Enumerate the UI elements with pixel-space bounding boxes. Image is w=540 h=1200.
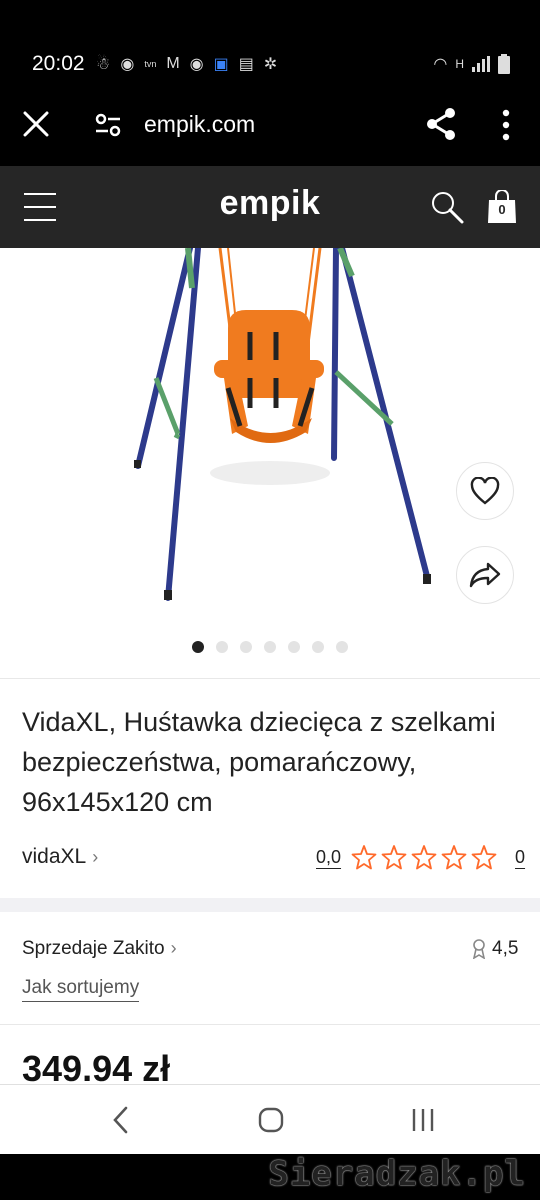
product-price: 349.94 zł bbox=[22, 1048, 171, 1084]
carousel-dot[interactable] bbox=[312, 641, 324, 653]
translate-icon: ▤ bbox=[238, 56, 254, 73]
gmail-icon: M bbox=[166, 55, 180, 72]
recent-apps-icon[interactable] bbox=[410, 1107, 436, 1133]
settings-icon: ✲ bbox=[263, 56, 278, 73]
search-icon[interactable] bbox=[430, 190, 464, 224]
battery-icon bbox=[498, 54, 510, 74]
divider bbox=[0, 1024, 540, 1025]
carousel-dot[interactable] bbox=[336, 641, 348, 653]
chrome-icon: ◉ bbox=[189, 56, 204, 73]
site-header: empik 0 bbox=[0, 166, 540, 248]
seller-link[interactable]: Sprzedaje Zakito › bbox=[22, 938, 177, 960]
heart-icon bbox=[470, 477, 500, 505]
tvn24-icon: tvn bbox=[144, 59, 157, 69]
system-navigation-bar bbox=[0, 1084, 540, 1155]
browser-toolbar: empik.com bbox=[0, 84, 540, 166]
rating-stars bbox=[351, 844, 497, 870]
star-icon bbox=[471, 845, 497, 870]
more-menu-icon[interactable] bbox=[496, 108, 516, 142]
close-icon[interactable] bbox=[22, 110, 50, 138]
rating-count[interactable]: 0 bbox=[515, 847, 525, 868]
carousel-dots bbox=[192, 641, 348, 653]
rating-value[interactable]: 0,0 bbox=[316, 847, 341, 868]
star-icon bbox=[351, 845, 377, 870]
sorting-info-link[interactable]: Jak sortujemy bbox=[22, 977, 140, 1002]
favorite-button[interactable] bbox=[456, 462, 514, 520]
system-icons: ◠ H bbox=[433, 52, 510, 76]
url-text[interactable]: empik.com bbox=[144, 111, 255, 138]
app-icon: ▣ bbox=[213, 56, 229, 73]
forward-arrow-icon bbox=[469, 562, 501, 588]
product-title: VidaXL, Huśtawka dziecięca z szelkami be… bbox=[22, 707, 496, 817]
brand-name: vidaXL bbox=[22, 845, 87, 868]
wifi-icon: ◠ bbox=[433, 56, 448, 73]
network-h-icon: H bbox=[455, 57, 464, 71]
notification-icons: ☃ ◉ tvn M ◉ ▣ ▤ ✲ bbox=[96, 52, 277, 76]
chevron-right-icon: › bbox=[170, 938, 177, 958]
carousel-dot[interactable] bbox=[288, 641, 300, 653]
signal-icon bbox=[472, 56, 490, 72]
seller-rating: 4,5 bbox=[472, 938, 518, 960]
status-time: 20:02 bbox=[32, 52, 85, 75]
divider bbox=[0, 678, 540, 679]
page-content: VidaXL, Huśtawka dziecięca z szelkami be… bbox=[0, 248, 540, 1084]
chrome-icon: ◉ bbox=[120, 56, 135, 73]
cart-count: 0 bbox=[498, 202, 506, 217]
brand-link[interactable]: vidaXL › bbox=[22, 845, 98, 869]
cart-button[interactable]: 0 bbox=[486, 190, 518, 224]
carousel-dot[interactable] bbox=[216, 641, 228, 653]
seller-label: Sprzedaje Zakito bbox=[22, 938, 165, 959]
home-icon[interactable] bbox=[258, 1107, 284, 1133]
carousel-dot[interactable] bbox=[240, 641, 252, 653]
watermark: Sieradzak.pl bbox=[268, 1154, 526, 1194]
share-product-button[interactable] bbox=[456, 546, 514, 604]
carousel-dot[interactable] bbox=[192, 641, 204, 653]
seller-rating-value: 4,5 bbox=[492, 938, 519, 959]
back-icon[interactable] bbox=[110, 1105, 132, 1135]
award-ribbon-icon bbox=[472, 939, 486, 959]
star-icon bbox=[411, 845, 437, 870]
page-info-icon[interactable] bbox=[94, 111, 122, 139]
chevron-right-icon: › bbox=[92, 847, 99, 867]
share-icon[interactable] bbox=[424, 106, 458, 142]
rating-row[interactable]: 0,0 0 bbox=[316, 844, 525, 870]
messenger-icon: ☃ bbox=[96, 56, 111, 73]
status-bar: 20:02 ☃ ◉ tvn M ◉ ▣ ▤ ✲ ◠ H bbox=[0, 0, 540, 84]
star-icon bbox=[381, 845, 407, 870]
carousel-dot[interactable] bbox=[264, 641, 276, 653]
section-separator bbox=[0, 898, 540, 912]
star-icon bbox=[441, 845, 467, 870]
